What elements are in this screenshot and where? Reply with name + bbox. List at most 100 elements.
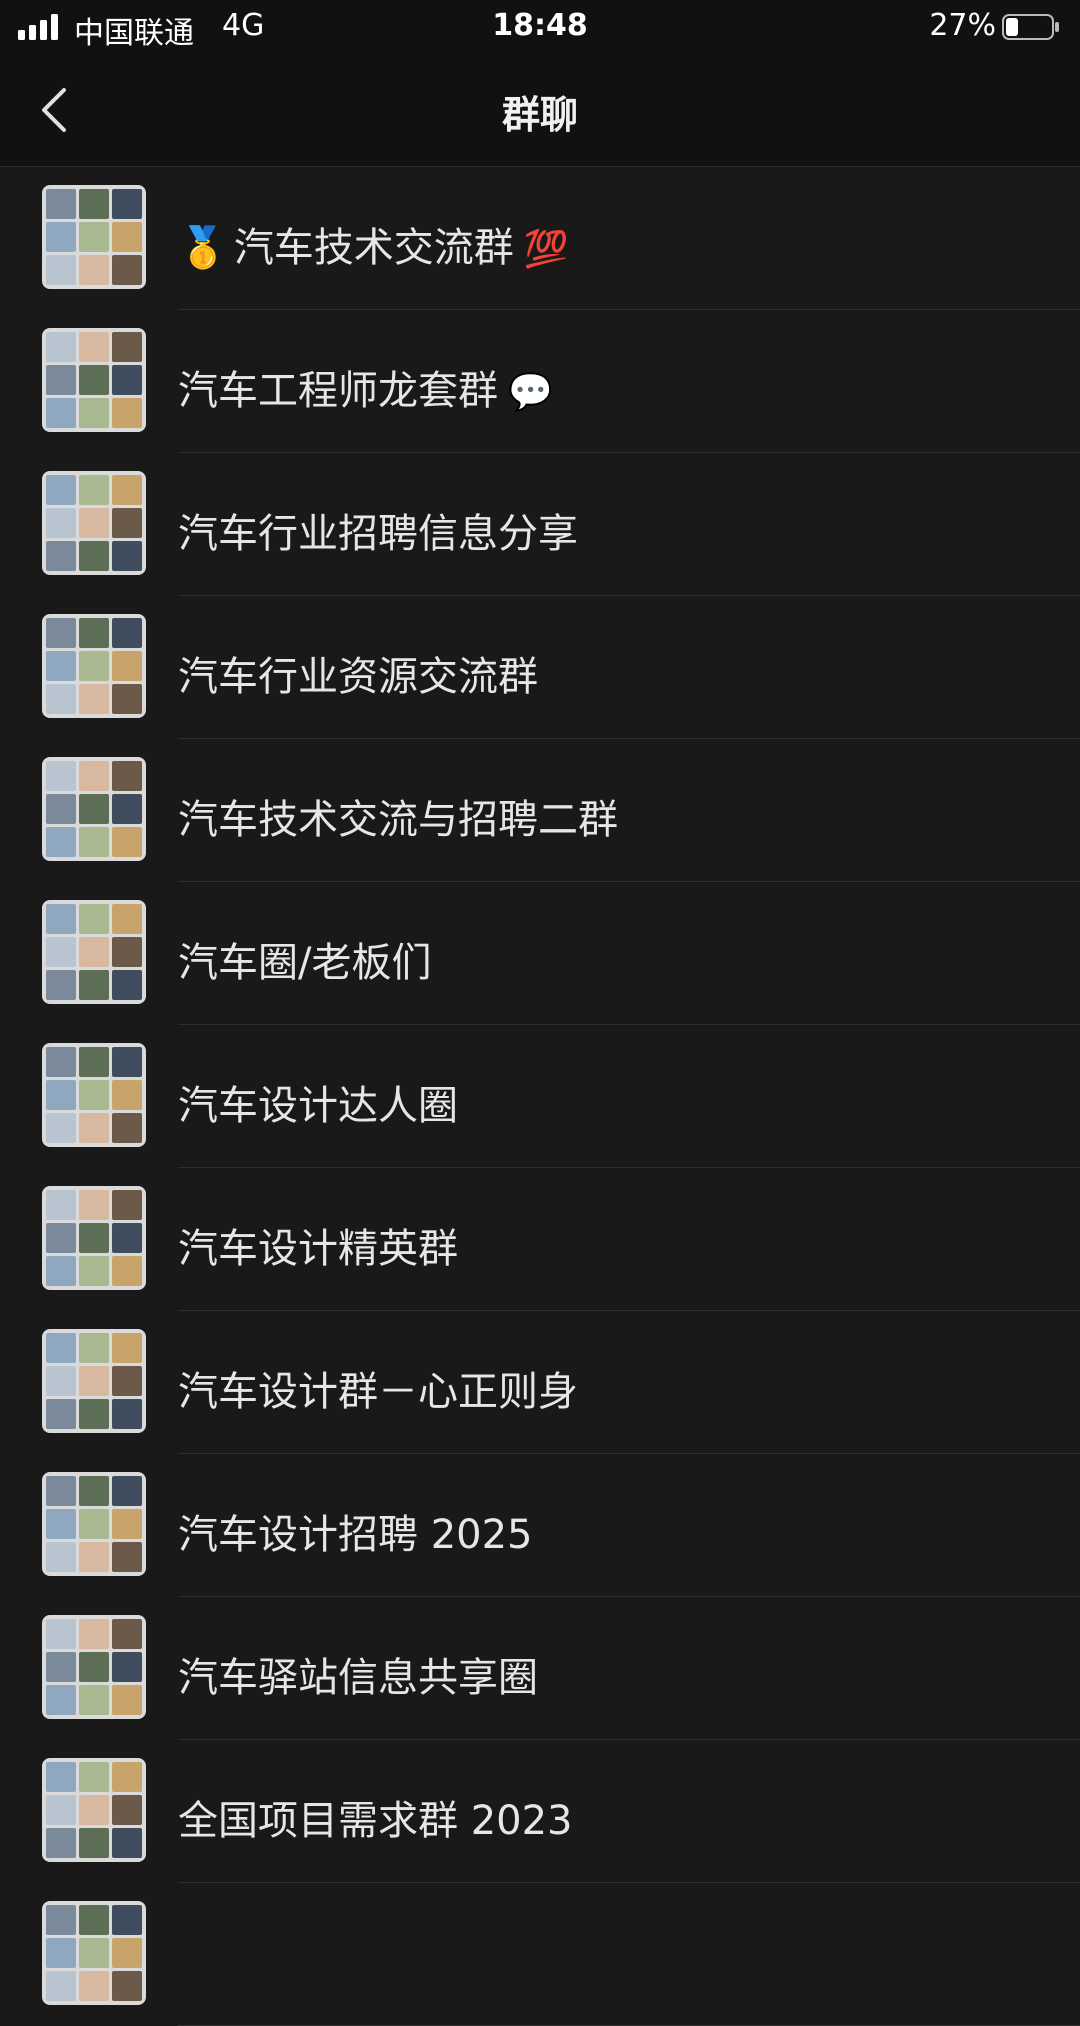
group-chat-item[interactable]: 汽车技术交流与招聘二群 <box>0 739 1080 882</box>
member-avatar-tile <box>112 827 142 857</box>
member-avatar-tile <box>46 1938 76 1968</box>
member-avatar-tile <box>79 398 109 428</box>
member-avatar-tile <box>112 1113 142 1143</box>
member-avatar-tile <box>79 794 109 824</box>
member-avatar-tile <box>46 618 76 648</box>
member-avatar-tile <box>79 222 109 252</box>
member-avatar-tile <box>46 1619 76 1649</box>
member-avatar-tile <box>112 1685 142 1715</box>
member-avatar-tile <box>46 794 76 824</box>
member-avatar-tile <box>79 827 109 857</box>
member-avatar-tile <box>112 970 142 1000</box>
member-avatar-tile <box>79 1190 109 1220</box>
member-avatar-tile <box>112 1971 142 2001</box>
group-chat-item[interactable]: 汽车设计群－心正则身 <box>0 1311 1080 1454</box>
member-avatar-tile <box>112 508 142 538</box>
group-avatar <box>42 471 146 575</box>
group-name-label: 汽车工程师龙套群 <box>178 368 498 414</box>
member-avatar-tile <box>112 1256 142 1286</box>
member-avatar-tile <box>79 1047 109 1077</box>
member-avatar-tile <box>46 651 76 681</box>
member-avatar-tile <box>79 937 109 967</box>
group-name: 汽车行业招聘信息分享 <box>178 501 578 559</box>
member-avatar-tile <box>79 1619 109 1649</box>
clock: 18:48 <box>492 8 588 43</box>
member-avatar-tile <box>46 1828 76 1858</box>
member-avatar-tile <box>112 1652 142 1682</box>
group-avatar <box>42 1043 146 1147</box>
member-avatar-tile <box>79 1762 109 1792</box>
group-chat-item[interactable]: 汽车行业招聘信息分享 <box>0 453 1080 596</box>
hundred-points-icon: 💯 <box>523 229 569 270</box>
member-avatar-tile <box>79 684 109 714</box>
group-chat-item[interactable]: 全国项目需求群 2023 <box>0 1740 1080 1883</box>
member-avatar-tile <box>112 1619 142 1649</box>
group-avatar <box>42 1186 146 1290</box>
member-avatar-tile <box>79 255 109 285</box>
member-avatar-tile <box>46 1542 76 1572</box>
member-avatar-tile <box>112 1399 142 1429</box>
member-avatar-tile <box>46 1762 76 1792</box>
group-name: 汽车设计群－心正则身 <box>178 1359 578 1417</box>
member-avatar-tile <box>79 761 109 791</box>
group-name: 汽车技术交流与招聘二群 <box>178 787 618 845</box>
group-avatar <box>42 185 146 289</box>
member-avatar-tile <box>112 1080 142 1110</box>
member-avatar-tile <box>46 1333 76 1363</box>
group-avatar <box>42 1901 146 2005</box>
member-avatar-tile <box>79 651 109 681</box>
member-avatar-tile <box>46 1971 76 2001</box>
group-chat-item[interactable]: 汽车圈/老板们 <box>0 882 1080 1025</box>
member-avatar-tile <box>79 1113 109 1143</box>
member-avatar-tile <box>46 398 76 428</box>
chat-bubble-icon: 💬 <box>508 372 553 413</box>
group-chat-item[interactable]: 汽车设计达人圈 <box>0 1025 1080 1168</box>
member-avatar-tile <box>46 332 76 362</box>
member-avatar-tile <box>46 970 76 1000</box>
group-chat-item[interactable]: 汽车工程师龙套群 💬 <box>0 310 1080 453</box>
member-avatar-tile <box>112 475 142 505</box>
group-name: 全国项目需求群 2023 <box>178 1788 573 1846</box>
group-avatar <box>42 614 146 718</box>
member-avatar-tile <box>79 1399 109 1429</box>
member-avatar-tile <box>112 1476 142 1506</box>
member-avatar-tile <box>46 1685 76 1715</box>
member-avatar-tile <box>79 1080 109 1110</box>
group-name-label: 汽车设计达人圈 <box>178 1083 458 1129</box>
member-avatar-tile <box>112 255 142 285</box>
group-chat-item[interactable]: 汽车设计精英群 <box>0 1168 1080 1311</box>
member-avatar-tile <box>112 1828 142 1858</box>
group-name: 汽车设计精英群 <box>178 1216 458 1274</box>
member-avatar-tile <box>112 398 142 428</box>
member-avatar-tile <box>46 1795 76 1825</box>
member-avatar-tile <box>46 189 76 219</box>
member-avatar-tile <box>79 1509 109 1539</box>
group-chat-list: 🥇 汽车技术交流群 💯 汽车工程师龙套群 💬 汽车行业招聘信息分享 汽车行业资源交流群 汽车技… <box>0 167 1080 2026</box>
member-avatar-tile <box>112 365 142 395</box>
group-name: 🥇 汽车技术交流群 💯 <box>178 215 569 273</box>
member-avatar-tile <box>112 541 142 571</box>
member-avatar-tile <box>79 1685 109 1715</box>
member-avatar-tile <box>112 651 142 681</box>
member-avatar-tile <box>79 365 109 395</box>
group-chat-item[interactable]: 汽车设计招聘 2025 <box>0 1454 1080 1597</box>
group-name-label: 汽车圈/老板们 <box>178 940 432 986</box>
member-avatar-tile <box>46 475 76 505</box>
member-avatar-tile <box>112 684 142 714</box>
member-avatar-tile <box>46 1256 76 1286</box>
member-avatar-tile <box>79 541 109 571</box>
member-avatar-tile <box>79 508 109 538</box>
group-chat-item[interactable]: 汽车行业资源交流群 <box>0 596 1080 739</box>
member-avatar-tile <box>46 1223 76 1253</box>
group-chat-item[interactable]: 🥇 汽车技术交流群 💯 <box>0 167 1080 310</box>
member-avatar-tile <box>79 189 109 219</box>
group-chat-item[interactable]: 汽车驿站信息共享圈 <box>0 1597 1080 1740</box>
battery-percent: 27% <box>929 8 996 43</box>
member-avatar-tile <box>79 904 109 934</box>
group-name: 汽车工程师龙套群 💬 <box>178 358 553 416</box>
group-name: 汽车圈/老板们 <box>178 930 431 988</box>
group-chat-item[interactable] <box>0 1883 1080 2026</box>
nav-bar: 群聊 <box>0 54 1080 167</box>
group-name-label: 汽车技术交流群 <box>233 225 514 271</box>
member-avatar-tile <box>112 1047 142 1077</box>
